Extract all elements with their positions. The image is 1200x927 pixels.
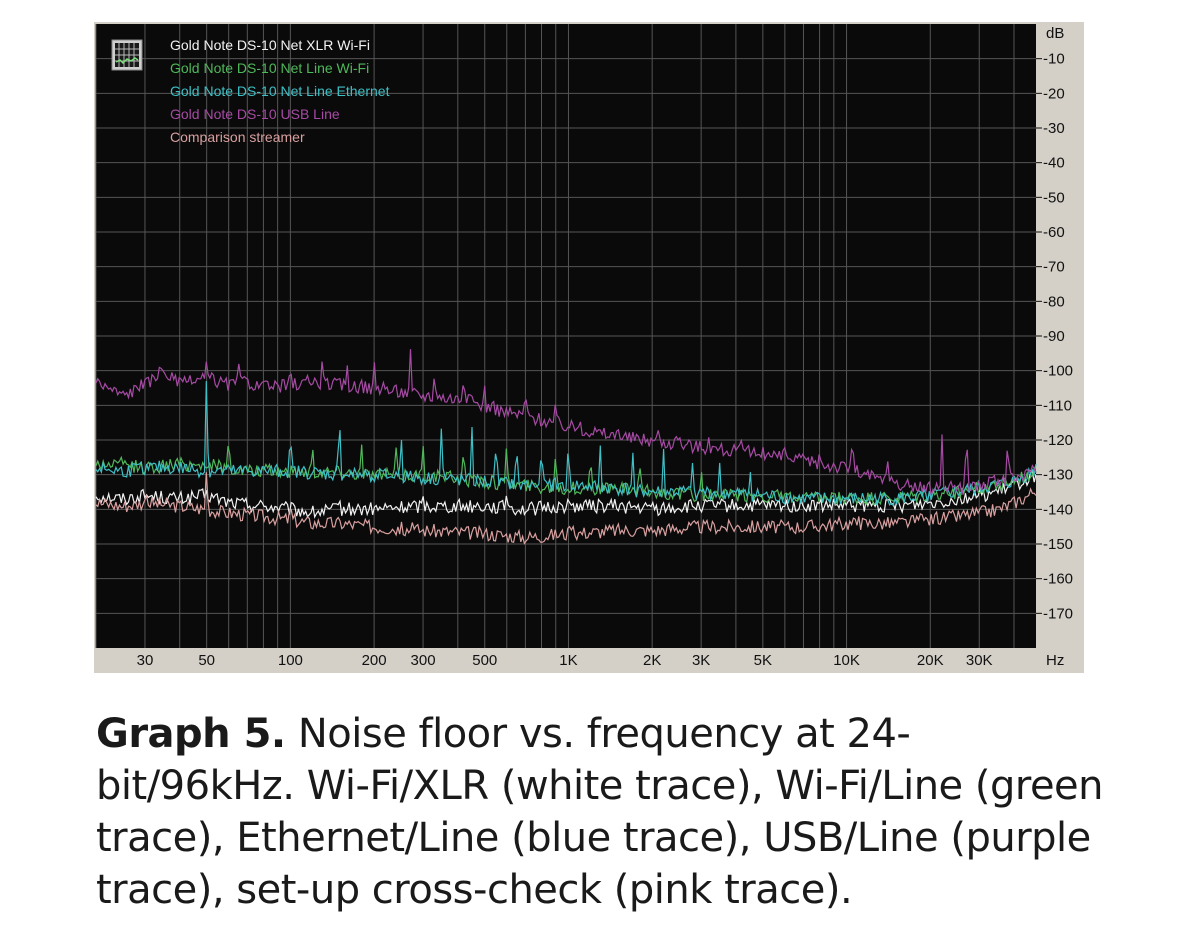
- legend-item: Gold Note DS-10 USB Line: [170, 106, 340, 122]
- x-tick-label: 50: [198, 652, 215, 669]
- x-tick-label: 20K: [917, 652, 944, 669]
- y-tick-label: -70: [1043, 259, 1065, 276]
- legend-item: Gold Note DS-10 Net Line Wi-Fi: [170, 60, 369, 76]
- y-tick-label: -130: [1043, 467, 1073, 484]
- x-tick-label: 5K: [754, 652, 772, 669]
- caption-label: Graph 5.: [96, 711, 286, 757]
- y-tick-label: -100: [1043, 363, 1073, 380]
- legend-item: Gold Note DS-10 Net Line Ethernet: [170, 83, 390, 99]
- y-unit-label: dB: [1046, 25, 1064, 42]
- y-tick-label: -20: [1043, 85, 1065, 102]
- x-tick-label: 200: [362, 652, 387, 669]
- y-tick-label: -110: [1043, 397, 1072, 414]
- y-tick-label: -170: [1043, 605, 1073, 622]
- y-tick-label: -160: [1043, 571, 1073, 588]
- y-tick-label: -50: [1043, 189, 1065, 206]
- legend-icon: [111, 39, 143, 71]
- y-tick-label: -120: [1043, 432, 1073, 449]
- x-tick-label: 500: [472, 652, 497, 669]
- x-tick-label: 300: [411, 652, 436, 669]
- y-tick-label: -150: [1043, 536, 1073, 553]
- y-tick-label: -40: [1043, 155, 1065, 172]
- x-unit-label: Hz: [1046, 652, 1064, 669]
- x-tick-label: 30K: [966, 652, 993, 669]
- y-tick-label: -30: [1043, 120, 1065, 137]
- y-tick-label: -80: [1043, 293, 1065, 310]
- x-tick-label: 3K: [692, 652, 710, 669]
- legend-item: Comparison streamer: [170, 129, 305, 145]
- x-tick-label: 2K: [643, 652, 661, 669]
- x-tick-label: 30: [137, 652, 154, 669]
- y-tick-label: -10: [1043, 51, 1065, 68]
- x-tick-label: 10K: [833, 652, 860, 669]
- y-tick-label: -140: [1043, 501, 1073, 518]
- y-tick-label: -90: [1043, 328, 1065, 345]
- chart-svg: Gold Note DS-10 Net XLR Wi-Fi Gold Note D…: [94, 22, 1084, 673]
- figure-caption: Graph 5. Noise floor vs. frequency at 24…: [96, 708, 1106, 916]
- legend-item: Gold Note DS-10 Net XLR Wi-Fi: [170, 37, 370, 53]
- x-tick-label: 100: [278, 652, 303, 669]
- x-tick-label: 1K: [559, 652, 577, 669]
- noise-floor-chart: Gold Note DS-10 Net XLR Wi-Fi Gold Note D…: [94, 22, 1084, 673]
- y-tick-label: -60: [1043, 224, 1065, 241]
